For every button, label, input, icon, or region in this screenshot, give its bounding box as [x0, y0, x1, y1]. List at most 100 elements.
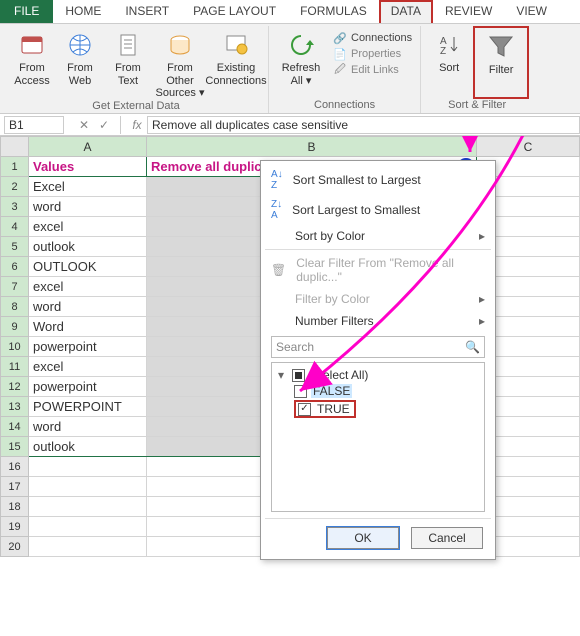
checkbox-indeterminate[interactable]: [292, 369, 305, 382]
row-header[interactable]: 8: [1, 297, 29, 317]
row-header[interactable]: 3: [1, 197, 29, 217]
cell[interactable]: powerpoint: [29, 337, 147, 357]
cell[interactable]: [29, 497, 147, 517]
sort-by-color[interactable]: Sort by Color ▸: [265, 225, 491, 247]
tab-view[interactable]: VIEW: [504, 0, 559, 23]
existing-connections-button[interactable]: Existing Connections: [208, 26, 264, 100]
row-header[interactable]: 13: [1, 397, 29, 417]
edit-links-icon: 🖉: [333, 63, 347, 77]
cell[interactable]: [29, 457, 147, 477]
tab-home[interactable]: HOME: [53, 0, 113, 23]
sort-descending[interactable]: Z↓A Sort Largest to Smallest: [265, 195, 491, 225]
search-placeholder: Search: [276, 340, 314, 354]
cell[interactable]: word: [29, 297, 147, 317]
formula-input[interactable]: Remove all duplicates case sensitive: [147, 116, 580, 134]
from-web-label: From Web: [67, 62, 93, 87]
connections-button[interactable]: 🔗 Connections: [329, 30, 416, 46]
filter-item-select-all[interactable]: ▾ (Select All): [276, 367, 480, 383]
row-header[interactable]: 19: [1, 517, 29, 537]
row-header[interactable]: 17: [1, 477, 29, 497]
cell[interactable]: excel: [29, 217, 147, 237]
filter-color-label: Filter by Color: [295, 292, 370, 306]
cell[interactable]: excel: [29, 277, 147, 297]
formula-text-value: Remove all duplicates case sensitive: [152, 118, 348, 132]
row-header[interactable]: 2: [1, 177, 29, 197]
cell[interactable]: powerpoint: [29, 377, 147, 397]
cell[interactable]: Word: [29, 317, 147, 337]
group-get-external-data-label: Get External Data: [8, 100, 264, 114]
col-header-C[interactable]: C: [477, 137, 580, 157]
cell[interactable]: [29, 517, 147, 537]
sort-button[interactable]: AZ Sort: [425, 26, 473, 99]
filter-button[interactable]: Filter: [477, 28, 525, 77]
other-sources-icon: [165, 30, 195, 60]
filter-item-true[interactable]: TRUE: [292, 399, 480, 419]
select-all-corner[interactable]: [1, 137, 29, 157]
sort-asc-label: Sort Smallest to Largest: [293, 173, 421, 187]
filter-values-tree: ▾ (Select All) FALSE TRUE: [271, 362, 485, 512]
cell[interactable]: outlook: [29, 437, 147, 457]
tab-page-layout[interactable]: PAGE LAYOUT: [181, 0, 288, 23]
checkbox-unchecked[interactable]: [294, 385, 307, 398]
cell[interactable]: [29, 477, 147, 497]
cell[interactable]: Excel: [29, 177, 147, 197]
from-text-button[interactable]: From Text: [104, 26, 152, 100]
row-header[interactable]: 4: [1, 217, 29, 237]
from-other-sources-button[interactable]: From Other Sources ▾: [152, 26, 208, 100]
chevron-right-icon: ▸: [479, 314, 485, 328]
row-header[interactable]: 16: [1, 457, 29, 477]
tab-file[interactable]: FILE: [0, 0, 53, 23]
refresh-all-button[interactable]: Refresh All ▾: [273, 26, 329, 99]
cell[interactable]: word: [29, 197, 147, 217]
row-header[interactable]: 6: [1, 257, 29, 277]
row-header[interactable]: 20: [1, 537, 29, 557]
filter-by-color: Filter by Color ▸: [265, 288, 491, 310]
row-header[interactable]: 14: [1, 417, 29, 437]
row-header[interactable]: 18: [1, 497, 29, 517]
edit-links-button[interactable]: 🖉 Edit Links: [329, 62, 416, 78]
row-header[interactable]: 11: [1, 357, 29, 377]
row-header[interactable]: 9: [1, 317, 29, 337]
col-header-B[interactable]: B: [147, 137, 477, 157]
row-header[interactable]: 1: [1, 157, 29, 177]
filter-label: Filter: [489, 64, 513, 77]
sort-desc-label: Sort Largest to Smallest: [292, 203, 420, 217]
from-access-button[interactable]: From Access: [8, 26, 56, 100]
cell[interactable]: word: [29, 417, 147, 437]
cell[interactable]: [29, 537, 147, 557]
filter-item-false[interactable]: FALSE: [292, 383, 480, 399]
cancel-edit-icon[interactable]: ✕: [74, 118, 94, 132]
globe-icon: [65, 30, 95, 60]
col-header-A[interactable]: A: [29, 137, 147, 157]
fx-button[interactable]: fx: [127, 118, 147, 132]
row-header[interactable]: 12: [1, 377, 29, 397]
row-header[interactable]: 10: [1, 337, 29, 357]
sort-ascending[interactable]: A↓Z Sort Smallest to Largest: [265, 165, 491, 195]
sort-color-label: Sort by Color: [295, 229, 365, 243]
name-box[interactable]: B1: [4, 116, 64, 134]
cell[interactable]: excel: [29, 357, 147, 377]
cell-A1[interactable]: Values: [29, 157, 147, 177]
existing-conn-label: Existing Connections: [205, 62, 266, 87]
cell[interactable]: POWERPOINT: [29, 397, 147, 417]
sort-icon: AZ: [434, 30, 464, 60]
row-header[interactable]: 5: [1, 237, 29, 257]
tab-insert[interactable]: INSERT: [113, 0, 181, 23]
row-header[interactable]: 15: [1, 437, 29, 457]
tab-formulas[interactable]: FORMULAS: [288, 0, 379, 23]
ok-button[interactable]: OK: [327, 527, 399, 549]
checkbox-checked[interactable]: [298, 403, 311, 416]
tab-data[interactable]: DATA: [379, 0, 433, 23]
cell[interactable]: outlook: [29, 237, 147, 257]
cancel-button[interactable]: Cancel: [411, 527, 483, 549]
filter-search-input[interactable]: Search 🔍: [271, 336, 485, 358]
properties-label: Properties: [351, 48, 401, 60]
clear-filter-icon: 🗑: [271, 263, 286, 277]
cell[interactable]: OUTLOOK: [29, 257, 147, 277]
row-header[interactable]: 7: [1, 277, 29, 297]
from-web-button[interactable]: From Web: [56, 26, 104, 100]
tab-review[interactable]: REVIEW: [433, 0, 504, 23]
connections-label: Connections: [351, 32, 412, 44]
number-filters[interactable]: Number Filters ▸: [265, 310, 491, 332]
confirm-edit-icon[interactable]: ✓: [94, 118, 114, 132]
